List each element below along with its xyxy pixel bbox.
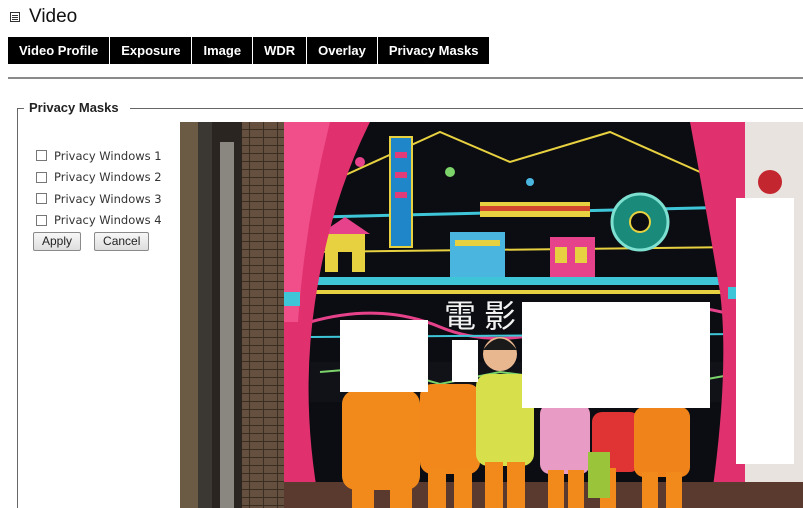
- privacy-window-1-label: Privacy Windows 1: [54, 148, 162, 163]
- fieldset-border: [17, 109, 18, 508]
- privacy-window-2-label: Privacy Windows 2: [54, 170, 162, 185]
- privacy-window-1: Privacy Windows 1: [36, 145, 162, 167]
- tab-wdr[interactable]: WDR: [253, 37, 308, 64]
- header-divider: [8, 77, 803, 79]
- lantern-icon: [758, 170, 782, 194]
- privacy-masks-legend: Privacy Masks: [27, 100, 121, 115]
- video-icon: [10, 12, 20, 22]
- tab-privacy-masks[interactable]: Privacy Masks: [378, 37, 490, 64]
- door-frame: [198, 122, 212, 508]
- fieldset-border: [130, 108, 803, 109]
- tab-overlay[interactable]: Overlay: [307, 37, 378, 64]
- privacy-window-1-checkbox[interactable]: [36, 150, 47, 162]
- tab-image[interactable]: Image: [192, 37, 254, 64]
- mural-text-2: 影: [484, 297, 516, 335]
- cancel-button[interactable]: Cancel: [94, 232, 150, 251]
- privacy-window-2-checkbox[interactable]: [36, 171, 47, 183]
- apply-button[interactable]: Apply: [33, 232, 82, 251]
- privacy-mask-4[interactable]: [736, 198, 794, 464]
- tab-exposure[interactable]: Exposure: [110, 37, 193, 64]
- pillar: [220, 142, 234, 508]
- tab-bar: Video Profile Exposure Image WDR Overlay…: [8, 37, 490, 64]
- curtain-tie: [284, 292, 300, 306]
- privacy-window-4-label: Privacy Windows 4: [54, 213, 162, 228]
- video-preview[interactable]: 電 影: [180, 122, 803, 508]
- privacy-window-4-checkbox[interactable]: [36, 214, 47, 226]
- mural-text-1: 電: [444, 297, 476, 335]
- fieldset-border: [17, 108, 24, 109]
- tab-video-profile[interactable]: Video Profile: [8, 37, 111, 64]
- privacy-mask-2[interactable]: [452, 340, 478, 382]
- privacy-window-4: Privacy Windows 4: [36, 210, 162, 232]
- privacy-window-2: Privacy Windows 2: [36, 167, 162, 189]
- brick-texture: [242, 122, 284, 508]
- privacy-window-3-label: Privacy Windows 3: [54, 191, 162, 206]
- privacy-mask-1[interactable]: [340, 320, 428, 392]
- privacy-window-3-checkbox[interactable]: [36, 193, 47, 205]
- privacy-actions: Apply Cancel: [33, 232, 150, 251]
- door-frame: [180, 122, 198, 508]
- page-title: Video: [29, 6, 78, 27]
- privacy-window-list: Privacy Windows 1 Privacy Windows 2 Priv…: [36, 145, 162, 231]
- privacy-mask-3[interactable]: [522, 302, 710, 408]
- page-header: Video: [10, 6, 77, 28]
- privacy-window-3: Privacy Windows 3: [36, 188, 162, 210]
